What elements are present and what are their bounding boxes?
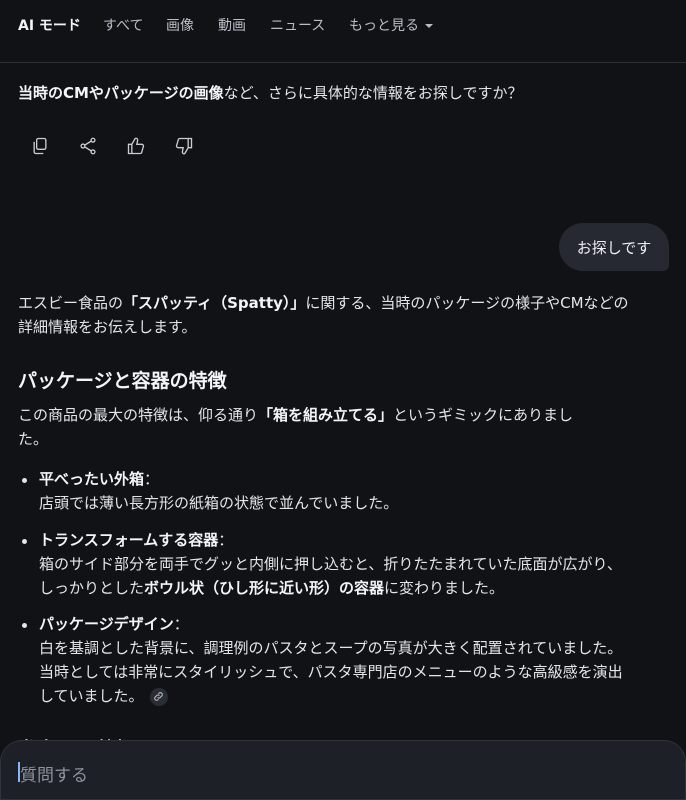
- item-1-colon: ：: [144, 470, 160, 488]
- intro-c: に関する、当時のパッケージの様子やCMなどの: [305, 294, 629, 312]
- list-item-text: 箱のサイド部分を両手でグッと内側に押し込むと、折りたたまれていた底面が広がり、: [39, 555, 622, 573]
- item-2-colon: ：: [218, 531, 234, 549]
- bullet-dot: [22, 623, 27, 628]
- item-2-a: しっかりとした: [39, 579, 145, 597]
- tab-all[interactable]: すべて: [103, 15, 143, 35]
- p-a: この商品の最大の特徴は、仰る通り: [18, 406, 259, 424]
- user-message-text: お探しです: [576, 238, 652, 257]
- copy-icon[interactable]: [29, 135, 51, 157]
- chevron-down-icon: [425, 24, 433, 28]
- item-1-title: 平べったい外箱: [39, 470, 145, 488]
- list-item-title: パッケージデザイン：: [39, 613, 189, 636]
- list-item-title: トランスフォームする容器：: [39, 529, 233, 552]
- text-cursor: [18, 762, 20, 782]
- tab-images[interactable]: 画像: [166, 15, 194, 35]
- list-item-text: していました。: [39, 685, 168, 708]
- user-message-bubble: お探しです: [559, 223, 669, 271]
- list-item-text: しっかりとしたボウル状（ひし形に近い形）の容器に変わりました。: [39, 577, 504, 600]
- item-3-last: していました。: [39, 687, 144, 705]
- bullet-dot: [22, 478, 27, 483]
- section-heading: パッケージと容器の特徴: [18, 370, 227, 392]
- top-nav: AI モード すべて 画像 動画 ニュース もっと見る: [0, 0, 686, 63]
- tab-more-label: もっと見る: [349, 18, 419, 34]
- intro-b: 「スパッティ（Spatty）」: [123, 294, 306, 312]
- answer-intro-line-2: 詳細情報をお伝えします。: [18, 318, 197, 336]
- lead-bold: 当時のCMやパッケージの画像: [18, 84, 224, 102]
- answer-intro-line-1: エスビー食品の「スパッティ（Spatty）」に関する、当時のパッケージの様子やC…: [18, 292, 629, 315]
- bullet-dot: [22, 539, 27, 544]
- tab-more[interactable]: もっと見る: [349, 15, 433, 35]
- list-item-text: 当時としては非常にスタイリッシュで、パスタ専門店のメニューのような高級感を演出: [39, 663, 623, 681]
- list-item-title: 平べったい外箱：: [39, 468, 159, 491]
- thumbs-down-icon[interactable]: [173, 135, 195, 157]
- list-item-text: 白を基調とした背景に、調理例のパスタとスープの写真が大きく配置されていました。: [39, 639, 623, 657]
- tab-ai-mode[interactable]: AI モード: [18, 15, 81, 35]
- link-icon[interactable]: [149, 687, 168, 706]
- thumbs-up-icon[interactable]: [125, 135, 147, 157]
- item-2-b: ボウル状（ひし形に近い形）の容器: [144, 579, 385, 597]
- item-2-title: トランスフォームする容器: [39, 531, 219, 549]
- list-item-text: 店頭では薄い長方形の紙箱の状態で並んでいました。: [39, 494, 399, 512]
- tab-videos[interactable]: 動画: [218, 15, 246, 35]
- ai-followup-question: 当時のCMやパッケージの画像など、さらに具体的な情報をお探しですか？: [18, 82, 522, 103]
- ask-input[interactable]: 質問する: [20, 761, 88, 786]
- lead-rest: など、さらに具体的な情報をお探しですか？: [223, 84, 523, 102]
- item-3-title: パッケージデザイン: [39, 615, 174, 633]
- p-c: というギミックにありまし: [393, 406, 574, 424]
- item-3-colon: ：: [173, 615, 189, 633]
- feature-paragraph-line-2: た。: [18, 430, 49, 448]
- item-2-c: に変わりました。: [384, 579, 505, 597]
- ask-input-bar[interactable]: [0, 740, 686, 800]
- tab-news[interactable]: ニュース: [270, 15, 325, 35]
- share-icon[interactable]: [77, 135, 99, 157]
- intro-a: エスビー食品の: [18, 294, 124, 312]
- p-b: 「箱を組み立てる」: [258, 406, 394, 424]
- feature-paragraph-line-1: この商品の最大の特徴は、仰る通り「箱を組み立てる」というギミックにありまし: [18, 404, 573, 427]
